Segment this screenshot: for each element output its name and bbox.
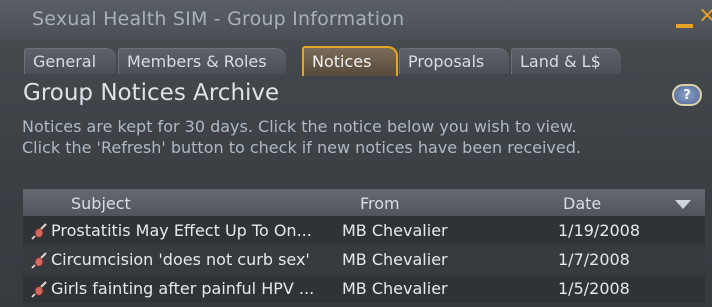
notice-from: MB Chevalier bbox=[342, 279, 448, 298]
table-header: Subject From Date bbox=[23, 190, 705, 217]
group-information-window: Sexual Health SIM - Group Information × … bbox=[0, 0, 712, 307]
tab-notices[interactable]: Notices bbox=[302, 46, 398, 76]
notice-subject: Circumcision 'does not curb sex' bbox=[51, 250, 310, 269]
help-icon[interactable]: ? bbox=[672, 84, 702, 106]
tab-members-roles[interactable]: Members & Roles bbox=[118, 48, 286, 74]
column-header-from[interactable]: From bbox=[360, 194, 400, 213]
tab-bar: General Members & Roles Notices Proposal… bbox=[24, 46, 712, 76]
notice-from: MB Chevalier bbox=[342, 221, 448, 240]
notice-icon bbox=[31, 223, 47, 240]
description-line-1: Notices are kept for 30 days. Click the … bbox=[22, 117, 577, 136]
notices-table: Subject From Date Prostatitis May Effect… bbox=[23, 189, 705, 307]
tab-general[interactable]: General bbox=[24, 48, 116, 74]
minimize-icon[interactable] bbox=[676, 24, 693, 28]
notice-date: 1/19/2008 bbox=[558, 221, 641, 240]
table-row[interactable]: Prostatitis May Effect Up To On... MB Ch… bbox=[23, 218, 705, 244]
notice-icon bbox=[31, 281, 47, 298]
title-bar[interactable]: Sexual Health SIM - Group Information × bbox=[0, 0, 712, 40]
notice-from: MB Chevalier bbox=[342, 250, 448, 269]
notice-icon bbox=[31, 252, 47, 269]
notice-date: 1/7/2008 bbox=[558, 250, 630, 269]
notice-date: 1/5/2008 bbox=[558, 279, 630, 298]
description-line-2: Click the 'Refresh' button to check if n… bbox=[22, 138, 581, 157]
window-controls: × bbox=[672, 3, 712, 32]
notice-subject: Girls fainting after painful HPV ... bbox=[51, 279, 315, 298]
column-header-date[interactable]: Date bbox=[563, 194, 601, 213]
close-icon[interactable]: × bbox=[698, 3, 712, 28]
column-header-subject[interactable]: Subject bbox=[71, 194, 131, 213]
tab-land[interactable]: Land & L$ bbox=[511, 48, 621, 74]
notice-subject: Prostatitis May Effect Up To On... bbox=[51, 221, 312, 240]
table-row[interactable]: Circumcision 'does not curb sex' MB Chev… bbox=[23, 247, 705, 273]
table-row[interactable]: Girls fainting after painful HPV ... MB … bbox=[23, 276, 705, 302]
tab-proposals[interactable]: Proposals bbox=[399, 48, 509, 74]
panel-title: Group Notices Archive bbox=[23, 80, 280, 106]
sort-descending-icon[interactable] bbox=[675, 200, 691, 209]
window-title: Sexual Health SIM - Group Information bbox=[32, 8, 405, 30]
